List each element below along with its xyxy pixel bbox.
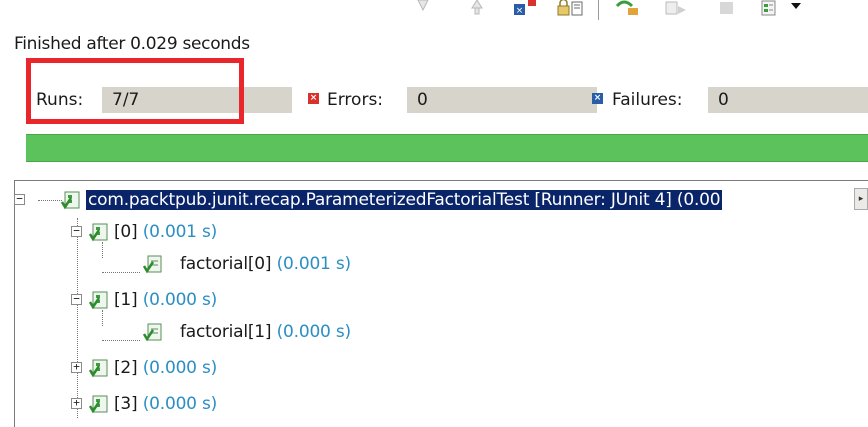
view-menu-icon[interactable] xyxy=(790,0,802,16)
test-suite-passed-icon xyxy=(88,395,108,414)
node-time: (0.000 s) xyxy=(142,358,218,378)
toolbar-separator xyxy=(598,0,599,20)
tree-item-label: factorial[0] (0.001 s) xyxy=(180,254,351,274)
scroll-right-button[interactable]: ▸ xyxy=(854,188,868,210)
tree-root-label: com.packtpub.junit.recap.ParameterizedFa… xyxy=(86,190,723,210)
test-tree: − com.packtpub.junit.recap.Parameterized… xyxy=(14,186,868,427)
show-failures-only-icon[interactable]: × xyxy=(512,0,538,16)
failures-value: 0 xyxy=(718,90,729,110)
node-time: (0.001 s) xyxy=(142,222,218,242)
tree-row-suite[interactable]: + [3] (0.000 s) xyxy=(14,392,868,416)
test-suite-passed-icon xyxy=(88,359,108,378)
test-passed-icon xyxy=(142,255,162,274)
node-time: (0.000 s) xyxy=(142,394,218,414)
failures-value-box xyxy=(708,87,868,113)
tree-row-suite[interactable]: − [1] (0.000 s) xyxy=(14,288,868,312)
toolbar: × xyxy=(0,0,868,24)
progress-bar xyxy=(26,134,868,162)
node-name: factorial[0] xyxy=(180,254,272,274)
node-time: (0.000 s) xyxy=(142,290,218,310)
test-suite-passed-icon xyxy=(88,291,108,310)
history-icon[interactable] xyxy=(760,0,778,16)
tree-connector xyxy=(77,218,79,418)
test-suite-passed-icon xyxy=(60,191,80,210)
tree-row-test[interactable]: factorial[1] (0.000 s) xyxy=(14,320,868,344)
node-name: [3] xyxy=(114,394,138,414)
errors-value-box xyxy=(407,87,597,113)
previous-failure-icon[interactable] xyxy=(468,0,486,16)
pane-divider xyxy=(14,180,868,181)
rerun-test-icon[interactable] xyxy=(614,0,642,16)
collapse-toggle[interactable]: − xyxy=(71,293,82,305)
test-suite-passed-icon xyxy=(88,223,108,242)
errors-label: Errors: xyxy=(327,90,384,110)
collapse-toggle[interactable]: − xyxy=(71,225,82,237)
errors-value: 0 xyxy=(417,90,428,110)
tree-item-label: [0] (0.001 s) xyxy=(114,222,217,242)
node-name: factorial[1] xyxy=(180,322,272,342)
test-passed-icon xyxy=(142,323,162,342)
node-name: [2] xyxy=(114,358,138,378)
rerun-failed-first-icon[interactable] xyxy=(664,0,688,16)
tree-row-suite[interactable]: + [2] (0.000 s) xyxy=(14,356,868,380)
tree-item-label: factorial[1] (0.000 s) xyxy=(180,322,351,342)
failure-icon: × xyxy=(592,93,603,104)
tree-row-suite[interactable]: − [0] (0.001 s) xyxy=(14,220,868,244)
tree-item-label: [2] (0.000 s) xyxy=(114,358,217,378)
node-name: [0] xyxy=(114,222,138,242)
stop-icon[interactable] xyxy=(718,0,736,16)
status-message: Finished after 0.029 seconds xyxy=(14,34,250,54)
next-failure-icon[interactable] xyxy=(414,0,432,16)
failures-label: Failures: xyxy=(612,90,683,110)
node-time: (0.000 s) xyxy=(276,322,352,342)
collapse-toggle[interactable]: − xyxy=(14,193,25,205)
scroll-lock-icon[interactable] xyxy=(556,0,584,16)
expand-toggle[interactable]: + xyxy=(71,397,82,409)
tree-row-root[interactable]: − com.packtpub.junit.recap.Parameterized… xyxy=(14,188,868,212)
error-icon: × xyxy=(308,93,319,104)
node-time: (0.001 s) xyxy=(276,254,352,274)
node-name: [1] xyxy=(114,290,138,310)
svg-text:×: × xyxy=(516,6,524,16)
runs-highlight-annotation xyxy=(26,58,244,124)
expand-toggle[interactable]: + xyxy=(71,361,82,373)
tree-row-test[interactable]: factorial[0] (0.001 s) xyxy=(14,252,868,276)
tree-item-label: [3] (0.000 s) xyxy=(114,394,217,414)
tree-item-label: [1] (0.000 s) xyxy=(114,290,217,310)
